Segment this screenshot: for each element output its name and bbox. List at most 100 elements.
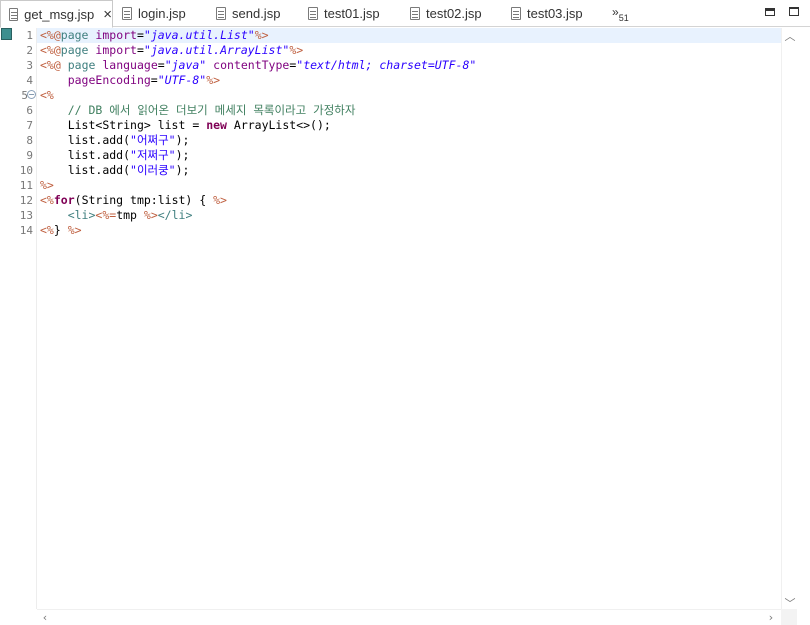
directive-name: page [67,58,96,72]
tab-test03-jsp[interactable]: test03.jsp [503,0,603,27]
line-number: 2 [26,44,33,57]
tab-overflow-button[interactable]: »51 [612,5,629,23]
code-text: list.add( [67,148,131,162]
attribute-name: import [95,43,137,57]
code-text: (String tmp:list) { [74,193,214,207]
maximize-icon[interactable] [789,7,799,16]
jsp-directive-open: <%@ [40,58,61,72]
code-text: tmp [116,208,144,222]
tab-get-msg-jsp[interactable]: get_msg.jsp × [0,0,113,28]
jsp-file-icon [216,7,226,20]
line-number: 14 [19,224,33,237]
minimize-icon[interactable] [765,8,775,16]
equals-sign: = [150,73,158,87]
editor-tab-bar: get_msg.jsp × login.jsp send.jsp test01.… [0,0,810,28]
code-line-14[interactable]: <%} %> [40,223,82,238]
code-text: List<String> list = [67,118,207,132]
tab-label: test02.jsp [426,6,482,21]
attribute-name: pageEncoding [67,73,151,87]
horizontal-scrollbar[interactable]: ‹ › [37,609,781,625]
code-text: ArrayList<>(); [226,118,331,132]
attribute-value: "java.util.List" [143,28,255,42]
scriptlet-open: <% [40,88,54,102]
line-number: 1 [26,29,33,42]
line-number: 7 [26,119,33,132]
line-number: 8 [26,134,33,147]
scrollbar-corner [781,609,797,625]
attribute-name: contentType [213,58,290,72]
code-line-1[interactable]: <%@page import="java.util.List"%> [40,28,269,43]
code-line-4[interactable]: pageEncoding="UTF-8"%> [40,73,220,88]
code-text: list.add( [67,133,131,147]
directive-name: page [60,43,89,57]
jsp-directive-close: %> [254,28,269,42]
tab-label: login.jsp [138,6,186,21]
scriptlet-open: <% [40,193,54,207]
string-literal: "이러쿵" [130,163,176,177]
overview-ruler[interactable] [797,28,810,625]
scriptlet-close: %> [40,178,54,192]
scriptlet-open: <% [40,223,54,237]
code-line-2[interactable]: <%@page import="java.util.ArrayList"%> [40,43,303,58]
vertical-scrollbar[interactable]: ︿ ﹀ [781,28,798,610]
code-line-6[interactable]: // DB 에서 읽어온 더보기 메세지 목록이라고 가정하자 [40,103,356,118]
jsp-file-icon [511,7,521,20]
tab-test01-jsp[interactable]: test01.jsp [300,0,400,27]
code-line-12[interactable]: <%for(String tmp:list) { %> [40,193,227,208]
equals-sign: = [136,28,144,42]
fold-collapse-icon[interactable]: − [27,90,36,99]
scroll-right-arrow-icon[interactable]: › [763,611,779,624]
tab-label: send.jsp [232,6,281,21]
code-line-3[interactable]: <%@ page language="java" contentType="te… [40,58,476,73]
tab-login-jsp[interactable]: login.jsp [114,0,214,27]
expression-open: <%= [95,208,117,222]
expression-close: %> [143,208,158,222]
code-line-10[interactable]: list.add("이러쿵"); [40,163,190,178]
scriptlet-close: %> [213,193,227,207]
code-line-13[interactable]: <li><%=tmp %></li> [40,208,193,223]
equals-sign: = [136,43,144,57]
line-number: 10 [19,164,33,177]
attribute-value: "text/html; charset=UTF-8" [296,58,477,72]
code-line-5[interactable]: <% [40,88,54,103]
tab-send-jsp[interactable]: send.jsp [208,0,308,27]
line-number: 6 [26,104,33,117]
code-comment: // DB 에서 읽어온 더보기 메세지 목록이라고 가정하자 [67,103,356,117]
close-icon[interactable]: × [103,7,112,22]
line-number-gutter[interactable]: 1 2 3 4 5 6 7 8 9 10 11 12 13 14 [13,28,37,609]
jsp-file-icon [9,7,19,21]
equals-sign: = [157,58,165,72]
jsp-directive-open: <%@ [40,28,61,42]
code-text: ); [175,148,190,162]
scroll-left-arrow-icon[interactable]: ‹ [37,611,53,624]
jsp-directive-close: %> [206,73,221,87]
attribute-name: import [95,28,137,42]
code-line-7[interactable]: List<String> list = new ArrayList<>(); [40,118,331,133]
scroll-up-arrow-icon[interactable]: ︿ [782,28,798,44]
tab-test02-jsp[interactable]: test02.jsp [402,0,502,27]
code-line-8[interactable]: list.add("어쩌구"); [40,133,190,148]
line-number: 9 [26,149,33,162]
code-line-9[interactable]: list.add("저쩌구"); [40,148,190,163]
tab-label: test03.jsp [527,6,583,21]
jsp-file-icon [122,7,132,20]
code-text: list.add( [67,163,131,177]
java-keyword: for [53,193,75,207]
attribute-value: "UTF-8" [157,73,207,87]
line-number: 13 [19,209,33,222]
line-number: 3 [26,59,33,72]
attribute-value: "java" [164,58,207,72]
directive-name: page [60,28,89,42]
tab-label: get_msg.jsp [24,6,95,22]
attribute-name: language [102,58,158,72]
code-text: ); [175,133,190,147]
java-keyword: new [206,118,227,132]
code-line-11[interactable]: %> [40,178,54,193]
